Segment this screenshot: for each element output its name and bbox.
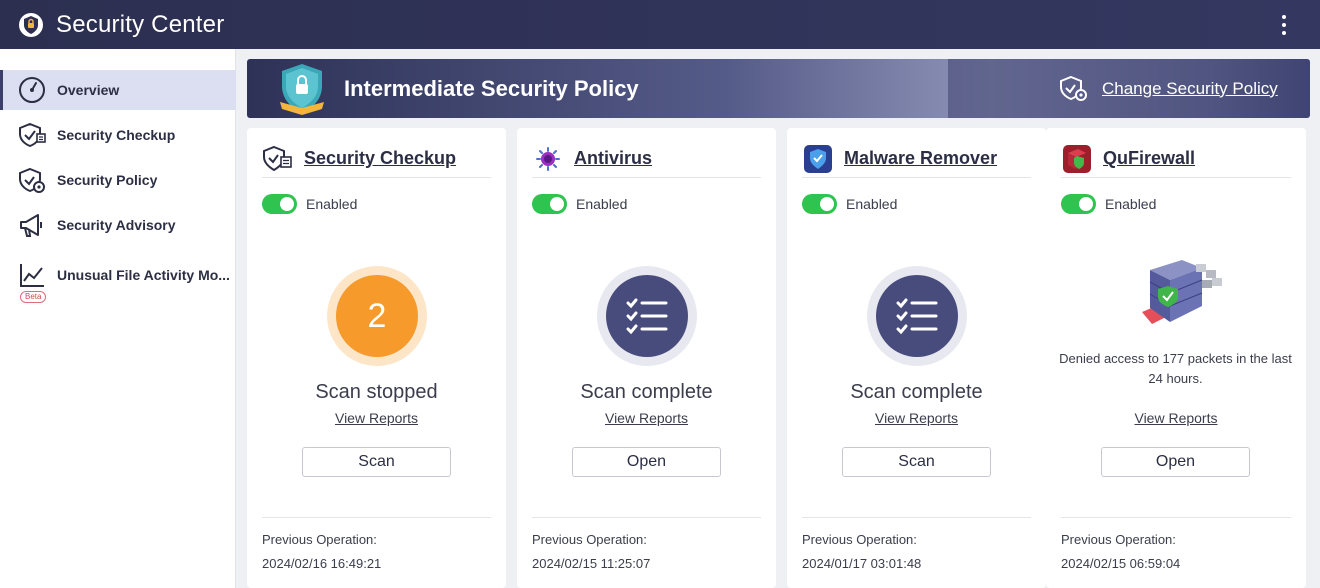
card-title-link[interactable]: QuFirewall bbox=[1103, 148, 1195, 169]
scan-complete-indicator bbox=[597, 266, 697, 366]
firewall-summary: Denied access to 177 packets in the last… bbox=[1059, 351, 1292, 386]
scan-button[interactable]: Scan bbox=[302, 447, 451, 477]
previous-operation-time: 2024/02/15 11:25:07 bbox=[532, 556, 651, 571]
enabled-row: Enabled bbox=[1061, 194, 1156, 214]
change-security-policy-link[interactable]: Change Security Policy bbox=[1102, 79, 1278, 99]
checklist-icon bbox=[606, 275, 688, 357]
previous-operation: Previous Operation: 2024/01/17 03:01:48 bbox=[802, 517, 1031, 571]
enabled-row: Enabled bbox=[262, 194, 357, 214]
previous-operation-label: Previous Operation: bbox=[802, 532, 917, 547]
security-policy-banner: Intermediate Security Policy Change Secu… bbox=[247, 59, 1310, 118]
line-chart-icon bbox=[17, 260, 47, 290]
policy-shield-icon bbox=[280, 64, 324, 115]
view-reports-row: View Reports bbox=[517, 410, 776, 426]
scan-complete-indicator bbox=[867, 266, 967, 366]
previous-operation-time: 2024/02/15 06:59:04 bbox=[1061, 556, 1181, 571]
shield-check-icon bbox=[262, 143, 294, 175]
shield-check-icon bbox=[17, 120, 47, 150]
title-bar: Security Center bbox=[0, 0, 1320, 49]
issue-count-indicator: 2 bbox=[327, 266, 427, 366]
toggle-label: Enabled bbox=[306, 196, 358, 212]
previous-operation: Previous Operation: 2024/02/16 16:49:21 bbox=[262, 517, 491, 571]
sidebar: Overview Security Checkup Security Polic… bbox=[0, 49, 236, 588]
megaphone-icon bbox=[17, 210, 47, 240]
security-checkup-card: Security Checkup Enabled 2 Scan stopped … bbox=[247, 128, 506, 588]
previous-operation: Previous Operation: 2024/02/15 06:59:04 bbox=[1061, 517, 1291, 571]
sidebar-item-security-checkup[interactable]: Security Checkup bbox=[0, 115, 236, 155]
scan-status: Scan stopped bbox=[315, 381, 438, 403]
view-reports-link[interactable]: View Reports bbox=[605, 410, 688, 426]
sidebar-item-unusual-file-activity[interactable]: Unusual File Activity Mo... Beta bbox=[0, 255, 236, 303]
checklist-icon bbox=[876, 275, 958, 357]
open-button[interactable]: Open bbox=[1101, 447, 1250, 477]
card-header: QuFirewall bbox=[1061, 140, 1291, 178]
antivirus-card: Antivirus Enabled Scan complete View Rep… bbox=[517, 128, 776, 588]
sidebar-item-label: Overview bbox=[57, 82, 120, 98]
scan-status: Scan complete bbox=[580, 381, 713, 403]
sidebar-item-label: Security Policy bbox=[57, 172, 158, 188]
card-header: Security Checkup bbox=[262, 140, 491, 178]
firewall-icon bbox=[1061, 143, 1093, 175]
qufirewall-card: QuFirewall Enabled Denied access to 177 … bbox=[1046, 128, 1306, 588]
card-header: Antivirus bbox=[532, 140, 761, 178]
previous-operation-time: 2024/01/17 03:01:48 bbox=[802, 556, 922, 571]
view-reports-row: View Reports bbox=[1046, 410, 1306, 426]
enable-toggle[interactable] bbox=[802, 194, 837, 214]
malware-remover-icon bbox=[802, 143, 834, 175]
firewall-illustration-icon bbox=[1142, 260, 1222, 324]
gauge-icon bbox=[17, 75, 47, 105]
sidebar-item-security-policy[interactable]: Security Policy bbox=[0, 160, 236, 200]
beta-badge: Beta bbox=[20, 291, 47, 303]
enabled-row: Enabled bbox=[802, 194, 897, 214]
view-reports-link[interactable]: View Reports bbox=[335, 410, 418, 426]
enabled-row: Enabled bbox=[532, 194, 627, 214]
sidebar-item-label: Security Advisory bbox=[57, 217, 176, 233]
enable-toggle[interactable] bbox=[262, 194, 297, 214]
app-title: Security Center bbox=[56, 10, 225, 38]
previous-operation: Previous Operation: 2024/02/15 11:25:07 bbox=[532, 517, 761, 571]
change-policy-area: Change Security Policy bbox=[948, 59, 1310, 118]
open-button[interactable]: Open bbox=[572, 447, 721, 477]
card-title-link[interactable]: Malware Remover bbox=[844, 148, 997, 169]
view-reports-link[interactable]: View Reports bbox=[1134, 410, 1217, 426]
malware-remover-card: Malware Remover Enabled Scan complete Vi… bbox=[787, 128, 1046, 588]
policy-title: Intermediate Security Policy bbox=[344, 76, 639, 101]
more-options-icon[interactable] bbox=[1272, 13, 1296, 37]
previous-operation-label: Previous Operation: bbox=[532, 532, 647, 547]
previous-operation-time: 2024/02/16 16:49:21 bbox=[262, 556, 382, 571]
enable-toggle[interactable] bbox=[1061, 194, 1096, 214]
antivirus-icon bbox=[532, 143, 564, 175]
enable-toggle[interactable] bbox=[532, 194, 567, 214]
scan-button[interactable]: Scan bbox=[842, 447, 991, 477]
sidebar-item-overview[interactable]: Overview bbox=[0, 70, 236, 110]
view-reports-row: View Reports bbox=[787, 410, 1046, 426]
toggle-label: Enabled bbox=[1105, 196, 1157, 212]
previous-operation-label: Previous Operation: bbox=[1061, 532, 1176, 547]
previous-operation-label: Previous Operation: bbox=[262, 532, 377, 547]
shield-gear-icon bbox=[17, 165, 47, 195]
security-center-app-icon bbox=[19, 12, 43, 37]
toggle-label: Enabled bbox=[846, 196, 898, 212]
issue-count: 2 bbox=[336, 275, 418, 357]
card-title-link[interactable]: Antivirus bbox=[574, 148, 652, 169]
card-header: Malware Remover bbox=[802, 140, 1031, 178]
toggle-label: Enabled bbox=[576, 196, 628, 212]
sidebar-item-security-advisory[interactable]: Security Advisory bbox=[0, 205, 236, 245]
view-reports-link[interactable]: View Reports bbox=[875, 410, 958, 426]
shield-gear-icon bbox=[1060, 75, 1087, 101]
view-reports-row: View Reports bbox=[247, 410, 506, 426]
sidebar-item-label: Security Checkup bbox=[57, 127, 176, 143]
card-title-link[interactable]: Security Checkup bbox=[304, 148, 456, 169]
scan-status: Scan complete bbox=[850, 381, 983, 403]
sidebar-item-label: Unusual File Activity Mo... bbox=[57, 267, 230, 283]
